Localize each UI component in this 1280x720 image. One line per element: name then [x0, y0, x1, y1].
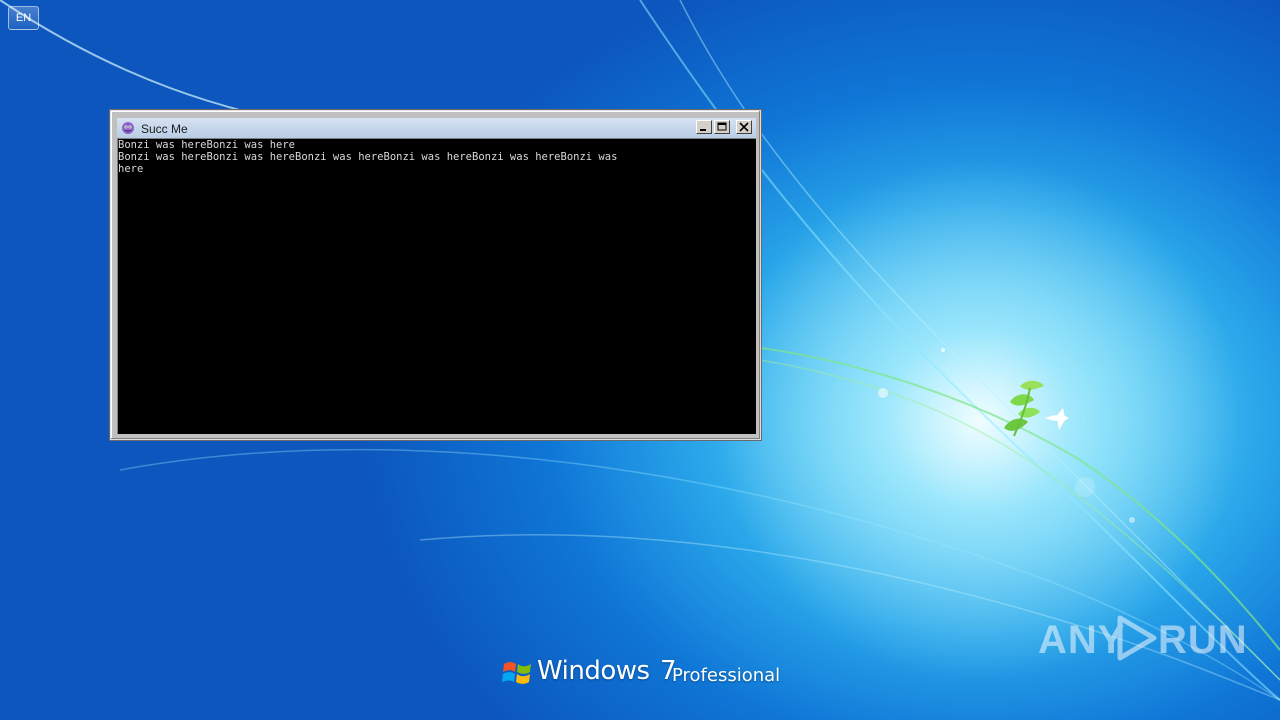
windows-flag-icon	[502, 662, 531, 684]
console-output: Bonzi was hereBonzi was here Bonzi was he…	[118, 139, 756, 175]
language-indicator[interactable]: EN	[8, 6, 39, 30]
bird-icon	[1045, 408, 1069, 430]
console-area[interactable]: Bonzi was hereBonzi was here Bonzi was he…	[117, 138, 756, 434]
window-title: Succ Me	[141, 122, 188, 136]
minimize-button[interactable]	[696, 120, 712, 134]
window-titlebar[interactable]: Succ Me	[117, 118, 756, 138]
console-window[interactable]: Succ Me Bonzi was hereBonzi was here Bonz…	[110, 110, 761, 440]
language-label: EN	[15, 12, 32, 24]
play-icon	[1117, 615, 1157, 661]
anyrun-watermark: ANY RUN	[1038, 610, 1247, 670]
maximize-button[interactable]	[714, 120, 730, 134]
close-icon	[739, 122, 749, 132]
windows-edition-text: Professional	[672, 665, 781, 686]
console-line-3: here	[118, 163, 144, 175]
desktop[interactable]: { "desktop": { "language_indicator": "EN…	[0, 0, 1280, 720]
maximize-icon	[717, 122, 727, 131]
console-line-2: Bonzi was hereBonzi was hereBonzi was he…	[118, 151, 618, 163]
windows-brand-text: Windows	[537, 656, 650, 686]
close-button[interactable]	[736, 120, 752, 134]
watermark-right-text: RUN	[1158, 618, 1248, 662]
leaves-icon	[1004, 380, 1044, 437]
minimize-icon	[700, 129, 706, 131]
bonzi-purple-icon	[122, 122, 134, 134]
console-line-1: Bonzi was hereBonzi was here	[118, 139, 296, 151]
